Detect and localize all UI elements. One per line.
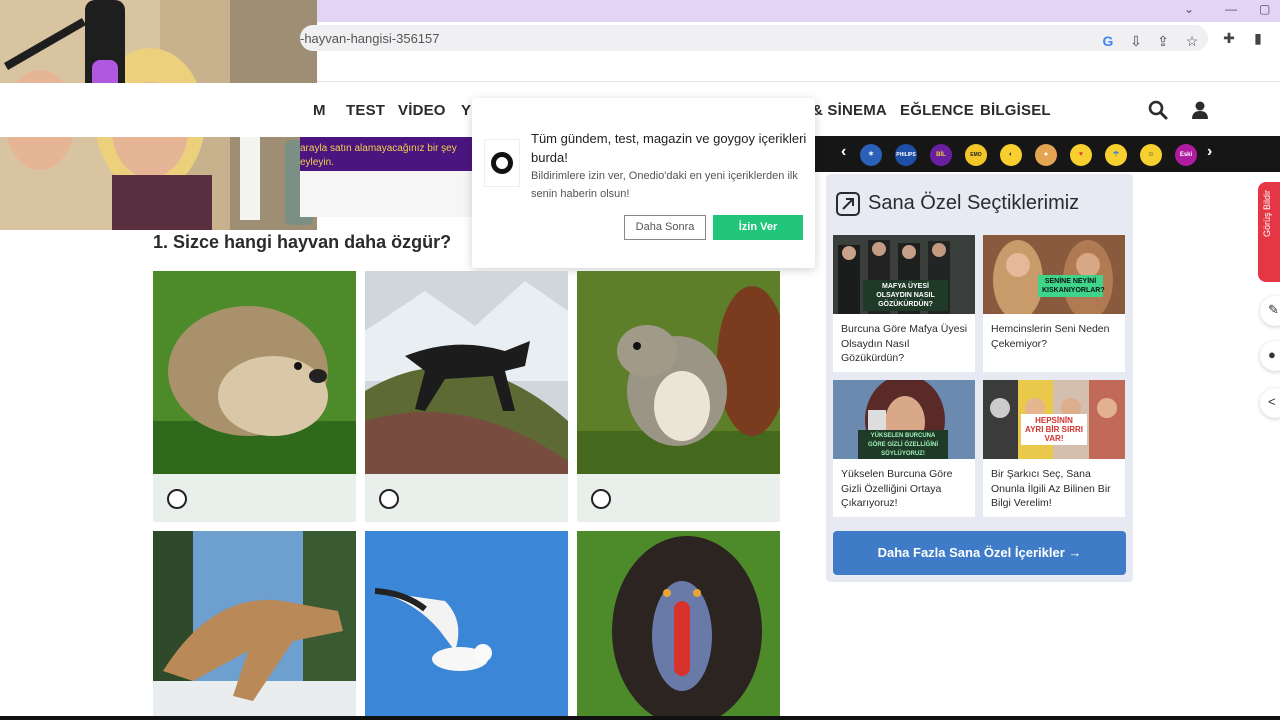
card-badge: MAFYA ÜYESİ OLSAYDIN NASIL GÖZÜKÜRDÜN?: [863, 280, 948, 311]
mandrill-image: [577, 531, 780, 720]
nav-item-sinema[interactable]: & SİNEMA: [812, 102, 887, 119]
notification-popup: Tüm gündem, test, magazin ve goygoy içer…: [472, 98, 815, 268]
google-icon[interactable]: G: [1098, 31, 1118, 51]
bookmark-star-icon[interactable]: ☆: [1182, 31, 1202, 51]
card-badge: YÜKSELEN BURCUNA GÖRE GİZLİ ÖZELLİĞİNİ S…: [858, 430, 948, 459]
minimize-icon[interactable]: —: [1225, 2, 1237, 16]
cougar-image: [153, 531, 356, 720]
search-icon[interactable]: [1148, 100, 1168, 120]
nav-item-test[interactable]: TEST: [346, 102, 385, 119]
recommendation-card[interactable]: MAFYA ÜYESİ OLSAYDIN NASIL GÖZÜKÜRDÜN? B…: [833, 235, 975, 372]
share-icon: <: [1268, 394, 1276, 409]
option-footer: [577, 474, 780, 522]
horse-image: [365, 271, 568, 474]
card-thumbnail: HEPSİNİN AYRI BİR SIRRI VAR!: [983, 380, 1125, 459]
notification-body: Bildirimlere izin ver, Onedio'daki en ye…: [531, 170, 798, 200]
bookmarks-bar: [317, 54, 1280, 82]
squirrel-image: [577, 271, 780, 474]
emoji-prev-arrow-icon[interactable]: ‹: [841, 143, 846, 161]
emoji-eski-badge[interactable]: Eski: [1175, 144, 1197, 166]
card-title: Yükselen Burcuna Göre Gizli Özelliğini O…: [841, 468, 953, 509]
nav-item-bilgisel[interactable]: BİLGİSEL: [980, 102, 1051, 119]
card-thumbnail: YÜKSELEN BURCUNA GÖRE GİZLİ ÖZELLİĞİNİ S…: [833, 380, 975, 459]
browser-tabstrip: ⌄ — ▢: [317, 0, 1280, 22]
external-link-icon: [836, 192, 860, 216]
recommendation-card[interactable]: HEPSİNİN AYRI BİR SIRRI VAR! Bir Şarkıcı…: [983, 380, 1125, 517]
radio-button[interactable]: [379, 489, 399, 509]
chat-bubble-icon: ●: [1268, 347, 1276, 362]
feedback-tab[interactable]: Görüş Bildir: [1258, 182, 1280, 282]
url-text: -hayvan-hangisi-356157: [300, 31, 440, 46]
window-menu-icon[interactable]: ⌄: [1184, 2, 1194, 16]
emoji-glasses-icon[interactable]: ◐: [1000, 144, 1022, 166]
emoji-strip: ‹ ✶ PHILIPS BİL POP EMO JİLE ◐ ● ♥ ☂ ☺ E…: [815, 136, 1280, 172]
option-footer: [153, 474, 356, 522]
maximize-icon[interactable]: ▢: [1259, 2, 1270, 16]
later-button[interactable]: Daha Sonra: [624, 215, 706, 240]
share-icon[interactable]: ⇪: [1153, 31, 1173, 51]
address-bar[interactable]: -hayvan-hangisi-356157 G ⇩ ⇪ ☆: [300, 25, 1208, 51]
install-icon[interactable]: ⇩: [1126, 31, 1146, 51]
question-title: 1. Sizce hangi hayvan daha özgür?: [153, 232, 452, 252]
share-side-button[interactable]: <: [1260, 388, 1280, 418]
option-footer: [365, 474, 568, 522]
card-thumbnail: MAFYA ÜYESİ OLSAYDIN NASIL GÖZÜKÜRDÜN?: [833, 235, 975, 314]
promo-banner[interactable]: arayla satın alamayacağınız bir şey eyle…: [300, 137, 473, 171]
feedback-tab-label: Görüş Bildir: [1262, 190, 1272, 238]
emoji-smile-icon[interactable]: ☺: [1140, 144, 1162, 166]
user-icon[interactable]: [1191, 100, 1209, 120]
card-thumbnail: SENİNE NEYİNİ KISKANIYORLAR?: [983, 235, 1125, 314]
card-title: Hemcinslerin Seni Neden Çekemiyor?: [991, 323, 1110, 350]
promo-text: arayla satın alamayacağınız bir şey eyle…: [300, 143, 457, 168]
emoji-star-icon[interactable]: ✶: [860, 144, 882, 166]
bottom-edge: [0, 716, 1280, 720]
card-badge: HEPSİNİN AYRI BİR SIRRI VAR!: [1021, 414, 1087, 445]
allow-button[interactable]: İzin Ver: [713, 215, 803, 240]
browser-toolbar: -hayvan-hangisi-356157 G ⇩ ⇪ ☆ ✚ ▮: [300, 22, 1280, 54]
recommendations-panel: Sana Özel Seçtiklerimiz MAFYA ÜYESİ OLSA…: [826, 174, 1133, 582]
nav-item-eglence[interactable]: EĞLENCE: [900, 102, 974, 119]
emoji-philips-badge[interactable]: PHILIPS: [895, 144, 917, 166]
radio-button[interactable]: [591, 489, 611, 509]
comment-icon: ✎: [1268, 302, 1279, 317]
chat-button[interactable]: ●: [1260, 341, 1280, 371]
recommendations-title: Sana Özel Seçtiklerimiz: [868, 192, 1080, 214]
card-title: Burcuna Göre Mafya Üyesi Olsaydın Nasıl …: [841, 323, 968, 364]
emoji-crying-icon[interactable]: ☂: [1105, 144, 1127, 166]
sidepanel-icon[interactable]: ▮: [1248, 28, 1268, 48]
hedgehog-image: [153, 271, 356, 474]
recommendation-card[interactable]: SENİNE NEYİNİ KISKANIYORLAR? Hemcinsleri…: [983, 235, 1125, 372]
emoji-heart-eyes-icon[interactable]: ♥: [1070, 144, 1092, 166]
nav-item-video[interactable]: VİDEO: [398, 102, 446, 119]
more-recommendations-button[interactable]: Daha Fazla Sana Özel İçerikler →: [833, 531, 1126, 575]
emoji-emojile-badge[interactable]: EMO JİLE: [965, 144, 987, 166]
emoji-cookie-icon[interactable]: ●: [1035, 144, 1057, 166]
emoji-next-arrow-icon[interactable]: ›: [1207, 143, 1212, 161]
nav-item-partial[interactable]: M: [313, 102, 326, 119]
recommendation-card[interactable]: YÜKSELEN BURCUNA GÖRE GİZLİ ÖZELLİĞİNİ S…: [833, 380, 975, 517]
onedio-logo-icon: [484, 139, 520, 187]
extensions-icon[interactable]: ✚: [1219, 28, 1239, 48]
comment-button[interactable]: ✎: [1260, 296, 1280, 326]
emoji-bilpop-badge[interactable]: BİL POP: [930, 144, 952, 166]
card-badge: SENİNE NEYİNİ KISKANIYORLAR?: [1038, 275, 1105, 297]
card-title: Bir Şarkıcı Seç, Sana Onunla İlgili Az B…: [991, 468, 1111, 509]
seagull-image: [365, 531, 568, 720]
notification-title: Tüm gündem, test, magazin ve goygoy içer…: [531, 131, 807, 165]
radio-button[interactable]: [167, 489, 187, 509]
